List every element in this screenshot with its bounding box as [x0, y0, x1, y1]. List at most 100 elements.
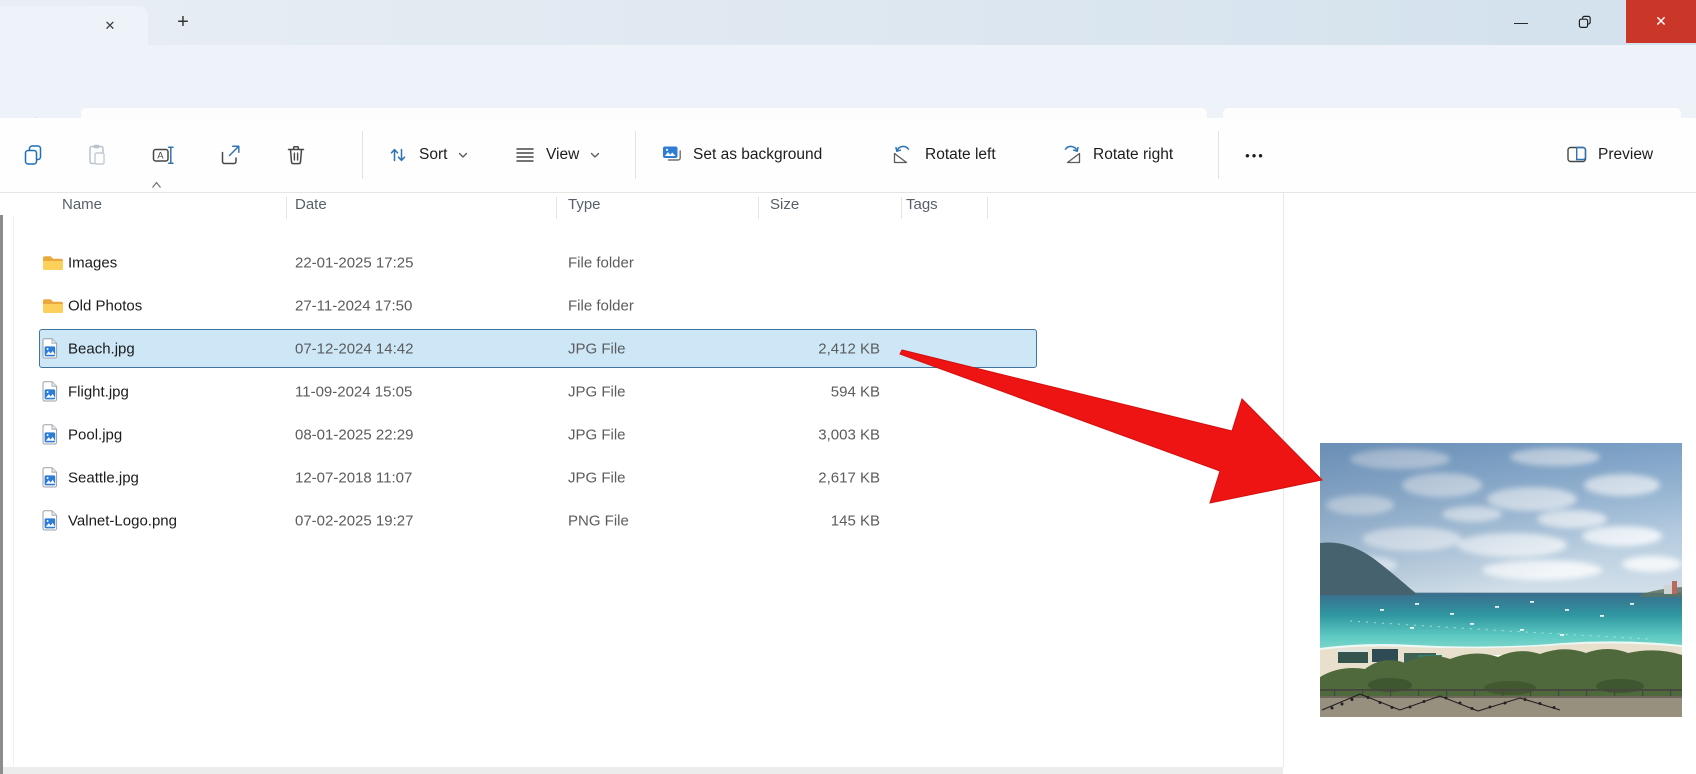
file-type: File folder — [568, 254, 634, 271]
sort-button[interactable]: Sort — [386, 135, 470, 175]
set-background-icon — [660, 143, 684, 167]
file-icon — [42, 425, 64, 445]
preview-pane-divider — [1283, 193, 1284, 767]
file-list: Images 22-01-2025 17:25 File folder Old … — [0, 241, 1283, 542]
rotate-left-button[interactable]: Rotate left — [890, 135, 996, 175]
paste-icon — [85, 143, 109, 167]
share-icon — [218, 143, 242, 167]
column-resize-handle[interactable] — [286, 197, 287, 219]
command-bar: A Sort — [0, 118, 1696, 193]
table-row[interactable]: Old Photos 27-11-2024 17:50 File folder — [0, 284, 1283, 327]
explorer-tab[interactable]: ✕ — [0, 6, 148, 45]
file-date: 07-02-2025 19:27 — [295, 512, 413, 529]
preview-image — [1320, 443, 1682, 717]
file-name: Pool.jpg — [68, 426, 122, 443]
table-row[interactable]: Images 22-01-2025 17:25 File folder — [0, 241, 1283, 284]
file-type: JPG File — [568, 383, 626, 400]
more-icon: ••• — [1245, 148, 1265, 163]
column-header-type[interactable]: Type — [568, 196, 601, 213]
paste-button[interactable] — [77, 135, 117, 175]
delete-icon — [284, 143, 308, 167]
view-label: View — [546, 146, 579, 164]
column-header-size[interactable]: Size — [770, 196, 799, 213]
file-size: 2,412 KB — [710, 340, 880, 357]
file-icon — [42, 296, 64, 316]
file-type: JPG File — [568, 469, 626, 486]
table-row[interactable]: Flight.jpg 11-09-2024 15:05 JPG File 594… — [0, 370, 1283, 413]
file-date: 11-09-2024 15:05 — [295, 383, 412, 400]
view-icon — [513, 143, 537, 167]
column-header-date[interactable]: Date — [295, 196, 327, 213]
toolbar-divider — [1218, 131, 1219, 179]
file-date: 22-01-2025 17:25 — [295, 254, 413, 271]
restore-icon — [1578, 15, 1592, 29]
folder-icon — [42, 297, 64, 315]
file-explorer-window: ✕ + — ✕ Photo — [0, 0, 1696, 774]
view-button[interactable]: View — [513, 135, 602, 175]
file-date: 08-01-2025 22:29 — [295, 426, 413, 443]
file-date: 12-07-2018 11:07 — [295, 469, 412, 486]
chevron-down-icon — [588, 149, 602, 161]
new-tab-button[interactable]: + — [167, 8, 199, 36]
tab-bar: ✕ + — ✕ — [0, 0, 1696, 45]
folder-icon — [42, 254, 64, 272]
image-file-icon — [42, 338, 58, 359]
file-size: 594 KB — [710, 383, 880, 400]
file-icon — [42, 253, 64, 273]
rotate-right-icon — [1058, 143, 1084, 167]
pane-edge-line — [13, 215, 14, 766]
preview-toggle-button[interactable]: Preview — [1565, 135, 1653, 175]
close-button[interactable]: ✕ — [1626, 0, 1696, 43]
minimize-button[interactable]: — — [1489, 0, 1553, 43]
beach-photo — [1320, 443, 1682, 717]
file-type: JPG File — [568, 340, 626, 357]
restore-button[interactable] — [1553, 0, 1617, 43]
file-name: Beach.jpg — [68, 340, 135, 357]
file-name: Valnet-Logo.png — [68, 512, 177, 529]
file-size: 3,003 KB — [710, 426, 880, 443]
rename-icon: A — [151, 143, 175, 167]
toolbar-divider — [635, 131, 636, 179]
file-icon — [42, 468, 64, 488]
sort-icon — [386, 143, 410, 167]
chevron-down-icon — [456, 149, 470, 161]
copy-button[interactable] — [13, 135, 53, 175]
image-file-icon — [42, 381, 58, 402]
share-button[interactable] — [210, 135, 250, 175]
column-resize-handle[interactable] — [758, 197, 759, 219]
tab-close-icon[interactable]: ✕ — [97, 14, 123, 38]
file-date: 27-11-2024 17:50 — [295, 297, 412, 314]
file-name: Seattle.jpg — [68, 469, 139, 486]
file-name: Flight.jpg — [68, 383, 129, 400]
column-header-tags[interactable]: Tags — [906, 196, 938, 213]
table-row[interactable]: Valnet-Logo.png 07-02-2025 19:27 PNG Fil… — [0, 499, 1283, 542]
horizontal-scrollbar-track[interactable] — [0, 767, 1283, 774]
file-type: JPG File — [568, 426, 626, 443]
table-row[interactable]: Beach.jpg 07-12-2024 14:42 JPG File 2,41… — [0, 327, 1283, 370]
rotate-right-button[interactable]: Rotate right — [1058, 135, 1173, 175]
column-resize-handle[interactable] — [556, 197, 557, 219]
image-file-icon — [42, 510, 58, 531]
table-row[interactable]: Seattle.jpg 12-07-2018 11:07 JPG File 2,… — [0, 456, 1283, 499]
column-resize-handle[interactable] — [987, 197, 988, 219]
delete-button[interactable] — [276, 135, 316, 175]
rename-button[interactable]: A — [143, 135, 183, 175]
sort-label: Sort — [419, 146, 447, 164]
navigation-bar: Photos — [0, 45, 1696, 118]
file-icon — [42, 511, 64, 531]
preview-label: Preview — [1598, 146, 1653, 164]
copy-icon — [21, 143, 45, 167]
see-more-button[interactable]: ••• — [1235, 135, 1275, 175]
set-as-background-label: Set as background — [693, 146, 822, 164]
file-size: 145 KB — [710, 512, 880, 529]
file-type: PNG File — [568, 512, 629, 529]
file-icon — [42, 382, 64, 402]
column-header-name[interactable]: Name — [62, 196, 102, 213]
left-edge-scrollbar[interactable] — [0, 215, 3, 774]
column-resize-handle[interactable] — [901, 197, 902, 219]
svg-text:A: A — [157, 151, 164, 162]
rotate-left-label: Rotate left — [925, 146, 996, 164]
set-as-background-button[interactable]: Set as background — [660, 135, 822, 175]
table-row[interactable]: Pool.jpg 08-01-2025 22:29 JPG File 3,003… — [0, 413, 1283, 456]
file-type: File folder — [568, 297, 634, 314]
